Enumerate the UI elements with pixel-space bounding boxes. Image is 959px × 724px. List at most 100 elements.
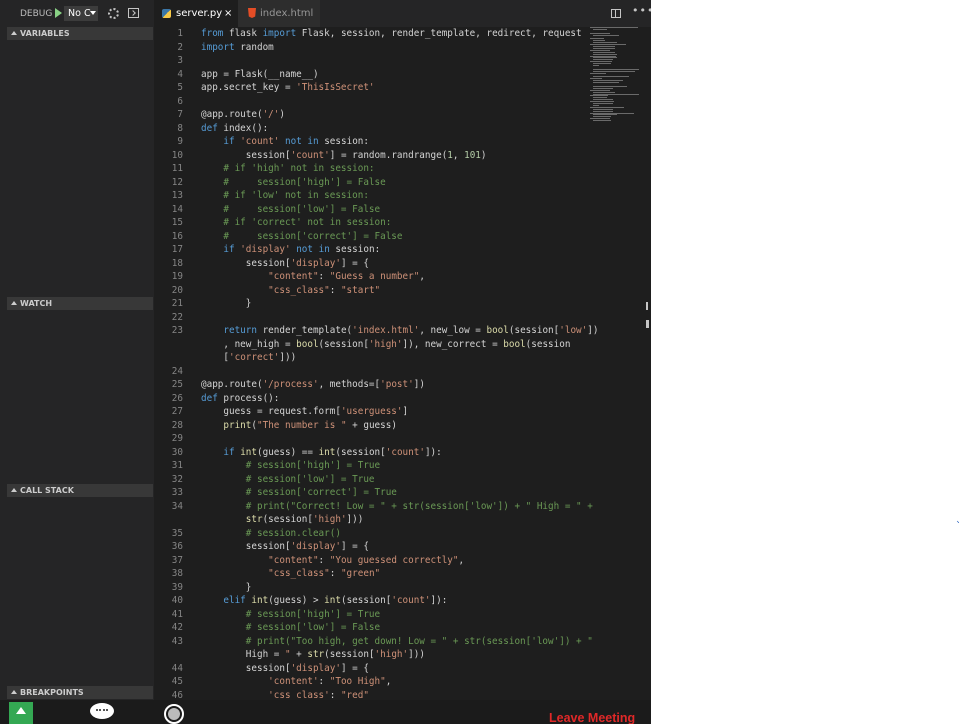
chat-icon[interactable] <box>90 703 114 719</box>
minimap-line <box>593 47 615 49</box>
code-line[interactable]: 11 # if 'high' not in session: <box>154 162 651 176</box>
code-line[interactable]: 13 # if 'low' not in session: <box>154 189 651 203</box>
line-number: 29 <box>171 433 183 444</box>
code-line[interactable]: 19 "content": "Guess a number", <box>154 270 651 284</box>
code-line[interactable]: 23 return render_template('index.html', … <box>154 324 651 338</box>
code-text: if 'display' not in session: <box>223 244 381 255</box>
code-line[interactable]: 32 # session['low'] = True <box>154 473 651 487</box>
code-text: @app.route('/process', methods=['post']) <box>201 379 425 390</box>
chevron-down-icon[interactable] <box>90 11 96 15</box>
code-line[interactable]: 6 <box>154 95 651 109</box>
code-line[interactable]: 10 session['count'] = random.randrange(1… <box>154 149 651 163</box>
minimap-line <box>593 51 615 53</box>
code-line[interactable]: 3 <box>154 54 651 68</box>
gear-icon[interactable] <box>108 8 119 19</box>
code-line[interactable]: High = " + str(session['high'])) <box>154 648 651 662</box>
code-text: # session['correct'] = True <box>245 487 397 498</box>
tab-label: server.py <box>176 8 223 19</box>
chevron-down-icon: ⌄ <box>955 516 959 526</box>
code-text: guess = request.form['userguess'] <box>201 406 409 417</box>
code-line[interactable]: 4 app = Flask(__name__) <box>154 68 651 82</box>
code-line[interactable]: 42 # session['low'] = False <box>154 621 651 635</box>
minimap-line <box>590 49 610 51</box>
code-line[interactable]: 40 elif int(guess) > int(session['count'… <box>154 594 651 608</box>
code-line[interactable]: 18 session['display'] = { <box>154 257 651 271</box>
code-text: "content": "You guessed correctly", <box>268 554 465 566</box>
code-text: def process(): <box>201 392 280 404</box>
code-line[interactable]: 43 # print("Too high, get down! Low = " … <box>154 635 651 649</box>
minimap-line <box>593 110 613 112</box>
code-editor[interactable]: 1 from flask import Flask, session, rende… <box>154 27 651 700</box>
code-text: @app.route('/') <box>201 109 285 120</box>
section-call-stack[interactable]: CALL STACK <box>7 484 153 497</box>
code-line[interactable]: 38 "css_class": "green" <box>154 567 651 581</box>
scrollbar-marker[interactable] <box>646 302 648 310</box>
console-icon[interactable] <box>128 8 139 18</box>
code-line[interactable]: 26 def process(): <box>154 392 651 406</box>
code-line[interactable]: 9 if 'count' not in session: <box>154 135 651 149</box>
code-text: "css_class": "start" <box>268 284 381 296</box>
code-text: # session['high'] = True <box>245 608 381 620</box>
code-line[interactable]: 27 guess = request.form['userguess'] <box>154 405 651 419</box>
code-line[interactable]: 29 <box>154 432 651 446</box>
line-number: 8 <box>177 122 183 134</box>
tab-server-py[interactable]: server.py × <box>154 0 238 27</box>
code-line[interactable]: 15 # if 'correct' not in session: <box>154 216 651 230</box>
code-line[interactable]: 28 print("The number is " + guess) <box>154 419 651 433</box>
code-line[interactable]: 37 "content": "You guessed correctly", <box>154 554 651 568</box>
section-breakpoints[interactable]: BREAKPOINTS <box>7 686 153 699</box>
play-icon[interactable] <box>55 8 62 18</box>
code-line[interactable]: 22 <box>154 311 651 325</box>
code-line[interactable]: 33 # session['correct'] = True <box>154 486 651 500</box>
split-editor-icon[interactable] <box>611 9 621 18</box>
line-number: 11 <box>171 163 183 174</box>
line-number: 18 <box>171 257 183 269</box>
code-line[interactable]: 5 app.secret_key = 'ThisIsSecret' <box>154 81 651 95</box>
tab-index-html[interactable]: index.html <box>238 0 320 27</box>
close-icon[interactable]: × <box>224 0 232 27</box>
code-line[interactable]: 41 # session['high'] = True <box>154 608 651 622</box>
code-line[interactable]: 21 } <box>154 297 651 311</box>
share-screen-icon[interactable] <box>9 702 33 724</box>
code-line[interactable]: 44 session['display'] = { <box>154 662 651 676</box>
code-line[interactable]: 8 def index(): <box>154 122 651 136</box>
line-number: 1 <box>177 28 183 39</box>
code-line[interactable]: str(session['high'])) <box>154 513 651 527</box>
code-line[interactable]: ['correct'])) <box>154 351 651 365</box>
code-line[interactable]: 2 import random <box>154 41 651 55</box>
scrollbar-marker[interactable] <box>646 320 649 328</box>
code-line[interactable]: 34 # print("Correct! Low = " + str(sessi… <box>154 500 651 514</box>
line-number: 13 <box>171 190 183 201</box>
code-line[interactable]: 14 # session['low'] = False <box>154 203 651 217</box>
leave-meeting-button[interactable]: Leave Meeting <box>549 711 635 724</box>
code-line[interactable]: 46 'css_class': "red" <box>154 689 651 701</box>
code-line[interactable]: 39 } <box>154 581 651 595</box>
code-line[interactable]: 25 @app.route('/process', methods=['post'… <box>154 378 651 392</box>
code-text: # print("Too high, get down! Low = " + s… <box>245 635 593 647</box>
code-line[interactable]: 30 if int(guess) == int(session['count']… <box>154 446 651 460</box>
code-line[interactable]: 31 # session['high'] = True <box>154 459 651 473</box>
minimap[interactable] <box>590 27 642 122</box>
line-number: 9 <box>177 136 183 147</box>
code-line[interactable]: 45 'content': "Too High", <box>154 675 651 689</box>
code-line[interactable]: 20 "css_class": "start" <box>154 284 651 298</box>
section-watch[interactable]: WATCH <box>7 297 153 310</box>
code-line[interactable]: 7 @app.route('/') <box>154 108 651 122</box>
line-number: 41 <box>171 608 183 620</box>
debug-toolbar: DEBUG No C <box>0 0 154 27</box>
line-number: 21 <box>171 298 183 309</box>
code-line[interactable]: 1 from flask import Flask, session, rende… <box>154 27 651 41</box>
code-line[interactable]: , new_high = bool(session['high']), new_… <box>154 338 651 352</box>
section-variables[interactable]: VARIABLES <box>7 27 153 40</box>
code-text: session['count'] = random.randrange(1, 1… <box>201 149 487 161</box>
code-line[interactable]: 36 session['display'] = { <box>154 540 651 554</box>
code-line[interactable]: 16 # session['correct'] = False <box>154 230 651 244</box>
record-icon[interactable] <box>164 704 184 724</box>
code-text: # session.clear() <box>245 527 341 539</box>
code-line[interactable]: 12 # session['high'] = False <box>154 176 651 190</box>
minimap-line <box>590 95 608 97</box>
code-line[interactable]: 24 <box>154 365 651 379</box>
code-line[interactable]: 35 # session.clear() <box>154 527 651 541</box>
more-actions-icon[interactable]: ••• <box>632 4 651 17</box>
code-line[interactable]: 17 if 'display' not in session: <box>154 243 651 257</box>
